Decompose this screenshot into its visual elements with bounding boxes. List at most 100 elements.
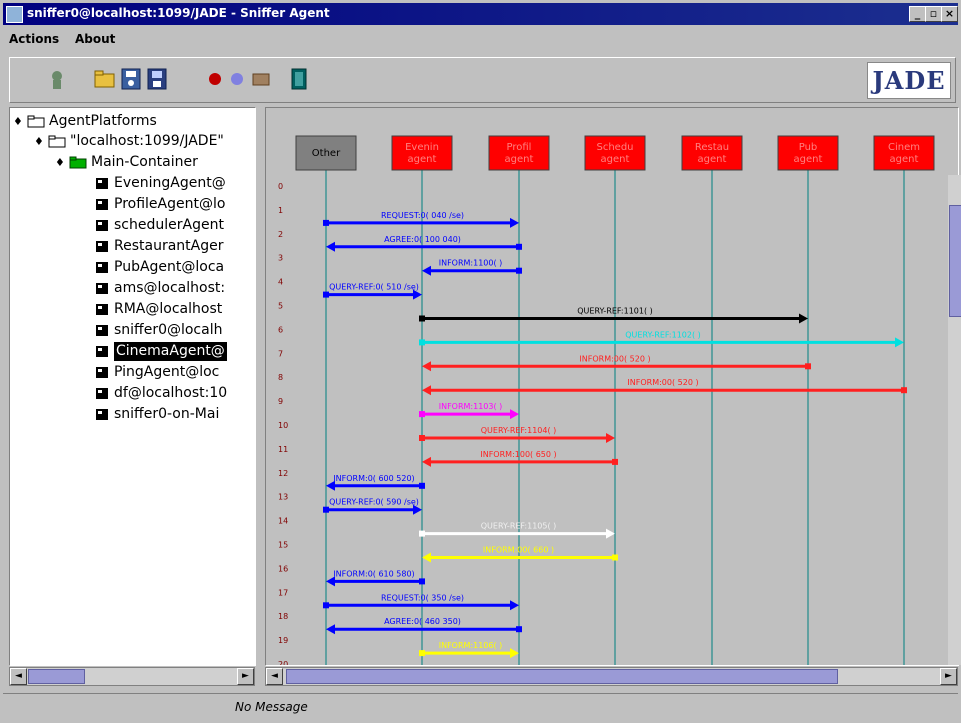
message-label: QUERY-REF:1104( ) — [481, 426, 557, 435]
tree-agent-label: CinemaAgent@ — [114, 342, 227, 361]
message-number: 1 — [278, 206, 283, 215]
folder-icon — [27, 115, 45, 128]
message-label: INFORM:1100( ) — [439, 259, 503, 268]
exit-icon[interactable] — [286, 66, 312, 92]
diagram-hscrollbar[interactable]: ◄ ► — [265, 667, 958, 686]
agent-icon — [96, 367, 108, 378]
arrow-head — [422, 456, 431, 467]
menu-about[interactable]: About — [75, 32, 115, 46]
expand-pin-icon[interactable]: ♦ — [13, 115, 23, 128]
menu-actions[interactable]: Actions — [9, 32, 59, 46]
agent-box-label: Evenin — [405, 142, 439, 153]
status-text: No Message — [235, 700, 308, 714]
agent-box-label: agent — [505, 154, 534, 165]
expand-pin-icon[interactable]: ♦ — [34, 135, 44, 148]
message-number: 20 — [278, 660, 288, 665]
message-number: 11 — [278, 445, 288, 454]
arrow-tail — [323, 602, 329, 609]
arrow-tail — [901, 387, 907, 394]
scroll-thumb[interactable] — [949, 205, 961, 317]
message-number: 6 — [278, 325, 283, 334]
agent-tree[interactable]: ♦ AgentPlatforms ♦ "localhost:1099/JADE"… — [9, 107, 256, 666]
message-label: QUERY-REF:1102( ) — [625, 330, 701, 339]
scroll-thumb[interactable] — [286, 669, 838, 684]
sniffer-diagram: Other Evenin agent Profil agent Schedu agent Re… — [265, 107, 959, 666]
agent-icon — [96, 304, 108, 315]
message-label: INFORM:00( 660 ) — [483, 546, 554, 555]
message-number: 9 — [278, 397, 283, 406]
minimize-button[interactable]: _ — [909, 6, 926, 22]
tree-agent-label: ProfileAgent@lo — [114, 196, 226, 212]
menu-bar: Actions About — [3, 28, 958, 50]
message-number: 17 — [278, 588, 288, 597]
green-folder-icon — [69, 156, 87, 169]
tree-agent-label: df@localhost:10 — [114, 385, 228, 401]
tree-platform-label: "localhost:1099/JADE" — [70, 133, 224, 149]
jade-logo: JADE — [867, 62, 951, 99]
message-label: INFORM:1103( ) — [439, 402, 503, 411]
scroll-left-button[interactable]: ◄ — [10, 668, 27, 685]
agent-icon — [96, 409, 108, 420]
message-label: QUERY-REF:1101( ) — [577, 307, 653, 316]
scroll-left-button[interactable]: ◄ — [266, 668, 283, 685]
arrow-head — [606, 433, 615, 443]
message-label: QUERY-REF:0( 510 /se) — [329, 283, 419, 292]
arrow-head — [510, 409, 519, 420]
arrow-tail — [419, 339, 425, 346]
message-icon[interactable] — [248, 66, 274, 92]
arrow-head — [422, 385, 431, 396]
message-number: 5 — [278, 302, 283, 311]
tree-agent-label: sniffer0@localh — [114, 322, 223, 338]
arrow-tail — [612, 554, 618, 561]
title-bar[interactable]: sniffer0@localhost:1099/JADE - Sniffer A… — [3, 3, 958, 25]
arrow-head — [799, 313, 808, 324]
save-icon[interactable] — [144, 66, 170, 92]
message-label: QUERY-REF:0( 590 /se) — [329, 498, 419, 507]
close-button[interactable]: × — [941, 6, 958, 22]
tree-container-label: Main-Container — [91, 154, 198, 170]
arrow-tail — [323, 291, 329, 298]
tree-agent-label: RestaurantAger — [114, 238, 224, 254]
tree-hscrollbar[interactable]: ◄ ► — [9, 667, 255, 686]
arrow-tail — [419, 578, 425, 585]
add-agent-icon[interactable] — [44, 66, 70, 92]
message-number: 3 — [278, 254, 283, 263]
tree-agent-label: PingAgent@loc — [114, 364, 220, 380]
message-label: QUERY-REF:1105( ) — [481, 522, 557, 531]
arrow-head — [895, 337, 904, 348]
message-number: 15 — [278, 541, 288, 550]
tree-agent-label: ams@localhost: — [114, 280, 226, 296]
scroll-thumb[interactable] — [28, 669, 85, 684]
agent-icon — [96, 388, 108, 399]
message-number: 13 — [278, 493, 288, 502]
app-icon — [6, 6, 23, 23]
save-snapshot-icon[interactable] — [118, 66, 144, 92]
expand-pin-icon[interactable]: ♦ — [55, 156, 65, 169]
message-number: 2 — [278, 230, 283, 239]
message-label: INFORM:100( 650 ) — [480, 450, 556, 459]
message-number: 0 — [278, 182, 283, 191]
sequence-diagram: OtherEveninagentProfilagentScheduagentRe… — [278, 135, 935, 665]
agent-box-label: agent — [890, 154, 919, 165]
agent-box-label: Other — [312, 148, 341, 159]
open-icon[interactable] — [92, 66, 118, 92]
stop-icon[interactable] — [224, 66, 250, 92]
arrow-head — [422, 361, 431, 372]
diagram-vscrollbar[interactable] — [948, 175, 961, 665]
message-number: 14 — [278, 517, 288, 526]
message-number: 10 — [278, 421, 288, 430]
folder-icon — [48, 135, 66, 148]
agent-box-label: agent — [408, 154, 437, 165]
scroll-right-button[interactable]: ► — [940, 668, 957, 685]
agent-box-label: agent — [601, 154, 630, 165]
arrow-head — [326, 624, 335, 635]
arrow-tail — [419, 482, 425, 489]
arrow-head — [326, 241, 335, 252]
message-label: INFORM:00( 520 ) — [627, 378, 698, 387]
agent-icon — [96, 283, 108, 294]
tree-agent-label: schedulerAgent — [114, 217, 224, 233]
agent-box-label: Profil — [507, 142, 532, 153]
arrow-head — [422, 265, 431, 276]
scroll-right-button[interactable]: ► — [237, 668, 254, 685]
maximize-button[interactable]: ▫ — [925, 6, 942, 22]
